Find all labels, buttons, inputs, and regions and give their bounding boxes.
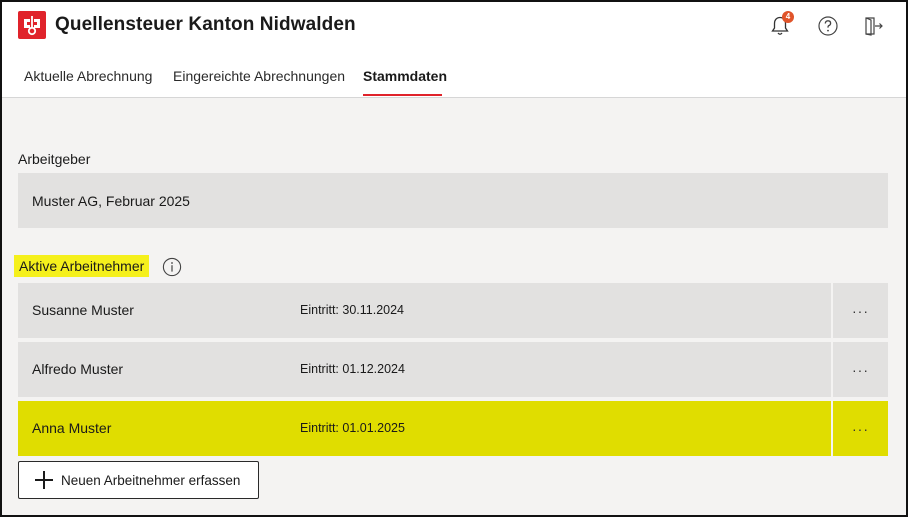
sign-out-icon [865, 17, 883, 36]
employee-row: Alfredo Muster Eintritt: 01.12.2024 ··· [18, 342, 888, 397]
app-title: Quellensteuer Kanton Nidwalden [55, 14, 356, 35]
tab-eingereichte-abrechnungen[interactable]: Eingereichte Abrechnungen [173, 68, 345, 84]
employee-name: Susanne Muster [32, 302, 134, 318]
employee-more-actions-button[interactable]: ··· [833, 401, 888, 456]
notifications-button[interactable]: 4 [768, 11, 794, 38]
top-bar: Quellensteuer Kanton Nidwalden 4 Aktuell… [2, 2, 906, 98]
add-employee-button[interactable]: Neuen Arbeitnehmer erfassen [18, 461, 259, 499]
info-circle-icon [162, 257, 182, 277]
employee-more-actions-button[interactable]: ··· [833, 283, 888, 338]
nidwalden-key-icon [24, 16, 40, 36]
employer-value: Muster AG, Februar 2025 [32, 192, 190, 209]
employee-row-main[interactable]: Anna Muster Eintritt: 01.01.2025 [18, 401, 831, 456]
employee-row: Susanne Muster Eintritt: 30.11.2024 ··· [18, 283, 888, 338]
employer-section-label: Arbeitgeber [18, 151, 91, 167]
add-employee-label: Neuen Arbeitnehmer erfassen [61, 472, 241, 488]
employee-row-highlighted: Anna Muster Eintritt: 01.01.2025 ··· [18, 401, 888, 456]
more-icon: ··· [852, 361, 869, 378]
employee-entry-date: Eintritt: 30.11.2024 [300, 303, 405, 317]
employee-name: Anna Muster [32, 420, 112, 436]
more-icon: ··· [852, 302, 869, 319]
employee-row-main[interactable]: Susanne Muster Eintritt: 30.11.2024 [18, 283, 831, 338]
employee-name: Alfredo Muster [32, 361, 124, 377]
tab-aktuelle-abrechnung[interactable]: Aktuelle Abrechnung [24, 68, 152, 84]
employee-more-actions-button[interactable]: ··· [833, 342, 888, 397]
info-button[interactable] [162, 257, 182, 277]
employee-row-main[interactable]: Alfredo Muster Eintritt: 01.12.2024 [18, 342, 831, 397]
active-tab-indicator [363, 94, 442, 96]
canton-logo [18, 11, 46, 39]
plus-icon [35, 471, 53, 489]
employee-entry-date: Eintritt: 01.12.2024 [300, 362, 405, 376]
employee-entry-date: Eintritt: 01.01.2025 [300, 421, 405, 435]
app-window: Quellensteuer Kanton Nidwalden 4 Aktuell… [0, 0, 908, 517]
notification-count-badge: 4 [782, 11, 794, 23]
tab-stammdaten[interactable]: Stammdaten [363, 68, 447, 84]
logout-button[interactable] [861, 14, 885, 38]
more-icon: ··· [852, 420, 869, 437]
question-circle-icon [818, 16, 838, 36]
help-button[interactable] [816, 14, 840, 38]
employer-field: Muster AG, Februar 2025 [18, 173, 888, 228]
active-employees-label: Aktive Arbeitnehmer [14, 255, 150, 277]
